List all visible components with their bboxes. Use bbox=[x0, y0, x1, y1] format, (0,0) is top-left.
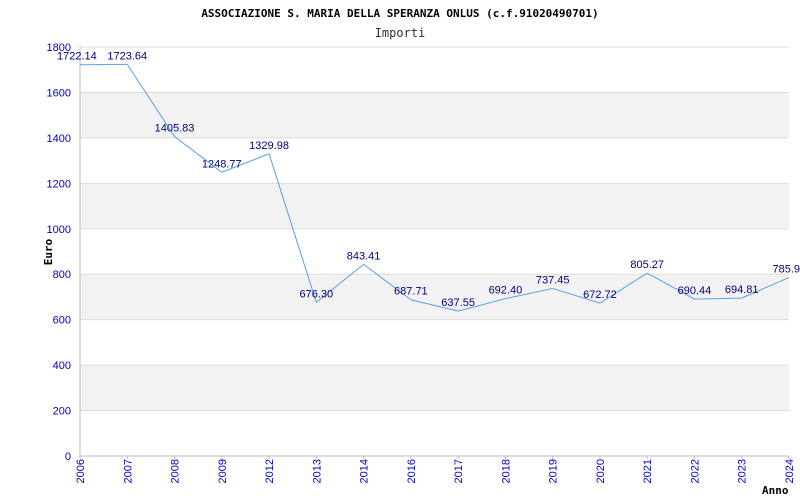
line-chart: ASSOCIAZIONE S. MARIA DELLA SPERANZA ONL… bbox=[42, 7, 800, 497]
y-tick-label: 0 bbox=[65, 451, 71, 463]
x-tick-label: 2014 bbox=[359, 459, 371, 483]
x-tick-label: 2017 bbox=[453, 459, 465, 483]
x-axis-ticks: 2006 2007 2008 2009 2012 2013 2014 2016 2017 2018… bbox=[75, 456, 796, 483]
data-label: 1722.14 bbox=[57, 51, 97, 63]
data-labels: 1722.14 1723.64 1405.83 1248.77 1329.98 676.3… bbox=[57, 50, 800, 309]
chart-subtitle: Importi bbox=[375, 26, 426, 40]
y-tick-label: 1200 bbox=[47, 178, 71, 190]
x-tick-label: 2020 bbox=[595, 459, 607, 483]
grid-band bbox=[80, 183, 789, 229]
y-tick-label: 1600 bbox=[47, 87, 71, 99]
chart-title: ASSOCIAZIONE S. MARIA DELLA SPERANZA ONL… bbox=[201, 7, 598, 20]
data-label: 805.27 bbox=[630, 259, 664, 271]
y-tick-label: 1400 bbox=[47, 133, 71, 145]
data-label: 1248.77 bbox=[202, 158, 242, 170]
chart-container: ASSOCIAZIONE S. MARIA DELLA SPERANZA ONL… bbox=[0, 0, 800, 500]
data-label: 687.71 bbox=[394, 286, 428, 298]
y-tick-label: 600 bbox=[53, 315, 71, 327]
data-label: 692.40 bbox=[489, 285, 523, 297]
data-label: 1329.98 bbox=[249, 140, 289, 152]
grid-bands bbox=[80, 92, 789, 411]
y-axis-title: Euro bbox=[42, 238, 55, 265]
x-tick-label: 2019 bbox=[548, 459, 560, 483]
data-label: 672.72 bbox=[583, 289, 617, 301]
x-tick-label: 2022 bbox=[689, 459, 701, 483]
x-tick-label: 2013 bbox=[311, 459, 323, 483]
data-label: 785.9 bbox=[772, 263, 800, 275]
y-tick-label: 200 bbox=[53, 406, 71, 418]
data-label: 1723.64 bbox=[107, 50, 147, 62]
y-tick-label: 800 bbox=[53, 269, 71, 281]
grid-band bbox=[80, 365, 789, 411]
data-label: 676.30 bbox=[300, 288, 334, 300]
data-label: 694.81 bbox=[725, 284, 759, 296]
y-tick-label: 1000 bbox=[47, 224, 71, 236]
x-tick-label: 2024 bbox=[784, 459, 796, 483]
x-tick-label: 2012 bbox=[264, 459, 276, 483]
data-label: 737.45 bbox=[536, 274, 570, 286]
data-label: 690.44 bbox=[678, 285, 712, 297]
x-tick-label: 2016 bbox=[406, 459, 418, 483]
data-label: 843.41 bbox=[347, 250, 381, 262]
y-tick-label: 400 bbox=[53, 360, 71, 372]
x-tick-label: 2008 bbox=[170, 459, 182, 483]
data-label: 637.55 bbox=[441, 297, 475, 309]
x-tick-label: 2021 bbox=[642, 459, 654, 483]
x-tick-label: 2023 bbox=[737, 459, 749, 483]
x-axis-title: Anno bbox=[762, 484, 789, 497]
x-tick-label: 2018 bbox=[500, 459, 512, 483]
x-tick-label: 2006 bbox=[75, 459, 87, 483]
data-label: 1405.83 bbox=[155, 123, 195, 135]
x-tick-label: 2007 bbox=[122, 459, 134, 483]
x-tick-label: 2009 bbox=[217, 459, 229, 483]
